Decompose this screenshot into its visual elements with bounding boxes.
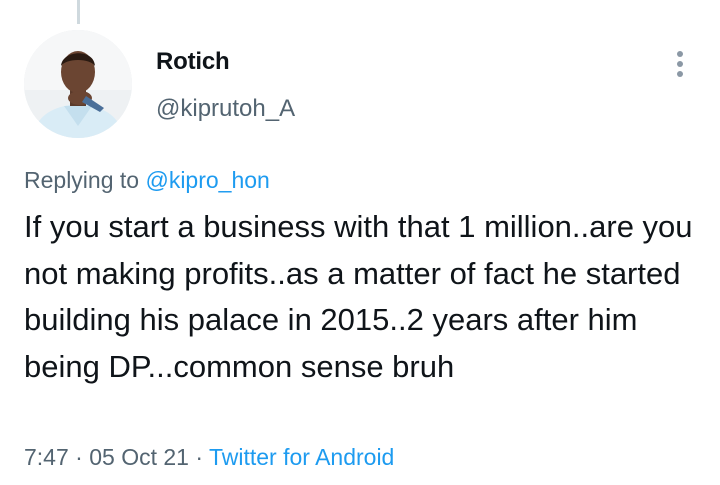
- tweet-date[interactable]: 05 Oct 21: [89, 444, 189, 470]
- meta-separator: ·: [188, 444, 209, 470]
- more-vertical-icon: [677, 51, 683, 77]
- tweet-meta: 7:47 · 05 Oct 21 · Twitter for Android: [24, 444, 394, 471]
- meta-separator: ·: [68, 444, 90, 470]
- author-handle[interactable]: @kiprutoh_A: [156, 95, 295, 123]
- replying-to-line: Replying to @kipro_hon: [24, 167, 270, 194]
- tweet-time[interactable]: 7:47: [24, 444, 69, 470]
- thread-connector-line: [77, 0, 80, 24]
- reply-target-link[interactable]: @kipro_hon: [145, 167, 269, 193]
- replying-to-label: Replying to: [24, 167, 146, 193]
- more-options-button[interactable]: [666, 46, 694, 82]
- user-photo-icon: [24, 30, 132, 138]
- tweet-text: If you start a business with that 1 mill…: [24, 209, 693, 384]
- tweet-source-link[interactable]: Twitter for Android: [209, 444, 394, 470]
- author-display-name[interactable]: Rotich: [156, 48, 230, 76]
- avatar[interactable]: [24, 30, 132, 138]
